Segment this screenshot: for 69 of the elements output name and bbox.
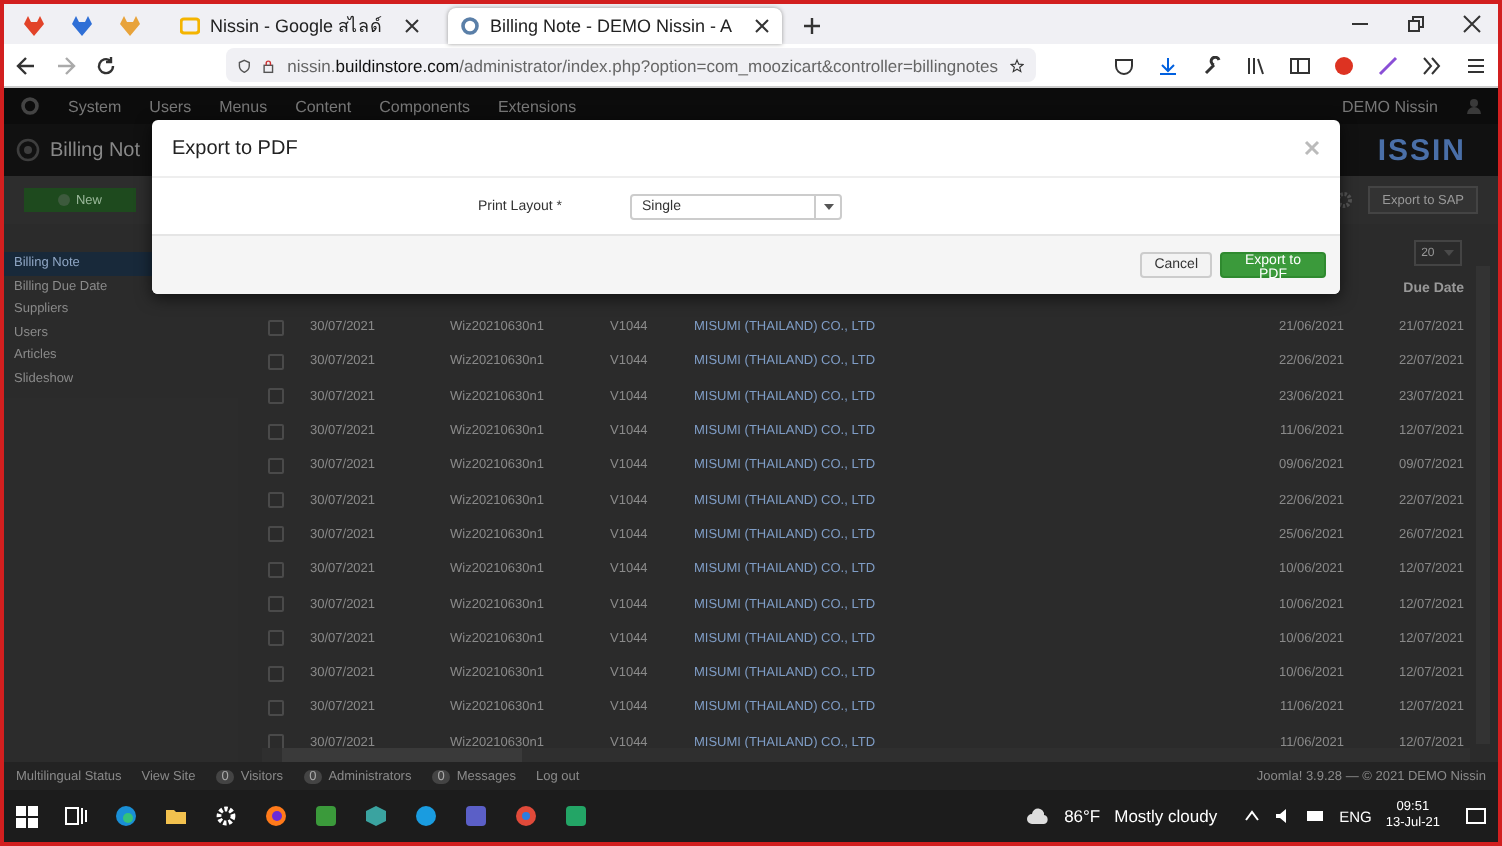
overflow-icon[interactable] — [1422, 55, 1442, 75]
task-view-icon[interactable] — [64, 804, 88, 828]
reload-icon[interactable] — [96, 55, 116, 75]
notification-icon[interactable] — [1466, 806, 1486, 826]
weather-condition: Mostly cloudy — [1114, 806, 1218, 826]
edge-icon[interactable] — [114, 804, 138, 828]
slides-icon — [180, 16, 200, 36]
download-icon[interactable] — [1158, 55, 1178, 75]
brand-logo: ISSIN — [1377, 133, 1468, 167]
row-checkbox[interactable] — [268, 526, 284, 543]
menu-item[interactable]: System — [68, 97, 122, 115]
menu-item[interactable]: Menus — [219, 97, 268, 115]
row-checkbox[interactable] — [268, 319, 284, 336]
row-checkbox[interactable] — [268, 630, 284, 647]
cube-icon[interactable] — [364, 804, 388, 828]
row-checkbox[interactable] — [268, 561, 284, 578]
tab-title: Billing Note - DEMO Nissin - A — [490, 16, 735, 36]
close-icon[interactable] — [404, 18, 421, 34]
menu-icon[interactable] — [1466, 55, 1486, 75]
plus-circle-icon — [57, 194, 70, 206]
wrench-icon[interactable] — [1202, 55, 1222, 75]
row-checkbox[interactable] — [268, 353, 284, 370]
menu-item[interactable]: Components — [379, 97, 470, 115]
row-checkbox[interactable] — [268, 423, 284, 440]
page-title: Billing Not — [50, 139, 141, 161]
cloud-icon — [1026, 808, 1051, 824]
row-checkbox[interactable] — [268, 665, 284, 682]
back-icon[interactable] — [16, 55, 36, 75]
address-bar[interactable]: nissin.buildinstore.com/administrator/index.php?option=com_moozicart&controller=billingnotes — [226, 48, 1036, 82]
close-icon[interactable] — [754, 18, 771, 34]
row-checkbox[interactable] — [268, 596, 284, 613]
chevron-up-icon[interactable] — [1243, 810, 1260, 822]
menu-item[interactable]: Extensions — [497, 97, 577, 115]
app-icon[interactable] — [70, 14, 94, 38]
lock-icon — [262, 55, 276, 75]
url-text: nissin.buildinstore.com/administrator/index.php?option=com_moozicart&controller=billingnotes — [287, 55, 998, 75]
firefox-icon[interactable] — [264, 804, 288, 828]
battery-icon[interactable] — [1305, 810, 1326, 822]
windows-logo-icon[interactable] — [16, 805, 38, 827]
close-icon[interactable] — [1462, 14, 1482, 34]
library-icon[interactable] — [1246, 55, 1266, 75]
row-checkbox[interactable] — [268, 699, 284, 716]
chrome-icon[interactable] — [514, 804, 538, 828]
new-tab-icon[interactable] — [802, 16, 823, 36]
temperature: 86°F — [1064, 806, 1101, 826]
target-icon — [16, 138, 40, 162]
row-checkbox[interactable] — [268, 388, 284, 405]
joomla-logo-icon — [460, 16, 481, 36]
row-checkbox[interactable] — [268, 492, 284, 509]
menu-item[interactable]: Users — [149, 97, 192, 115]
adblock-icon[interactable] — [1334, 55, 1354, 75]
gear-icon[interactable] — [1336, 192, 1353, 208]
star-icon[interactable] — [1009, 55, 1024, 75]
browser-tab[interactable]: Nissin - Google สไลด์ — [168, 8, 433, 44]
sidebar-icon[interactable] — [1290, 55, 1310, 75]
browser-tab[interactable]: Billing Note - DEMO Nissin - A — [448, 8, 783, 44]
pocket-icon[interactable] — [1114, 55, 1134, 75]
folder-icon[interactable] — [164, 804, 188, 828]
restore-icon[interactable] — [1406, 14, 1426, 34]
row-checkbox[interactable] — [268, 457, 284, 474]
horizontal-scrollbar[interactable] — [262, 748, 1470, 762]
shield-icon — [238, 55, 251, 75]
user-name[interactable]: DEMO Nissin — [1341, 97, 1438, 115]
caret-icon — [823, 203, 833, 209]
speaker-icon[interactable] — [1273, 808, 1292, 824]
tab-title: Nissin - Google สไลด์ — [210, 14, 385, 40]
gitlab-logo-icon[interactable] — [22, 14, 46, 38]
dialog-title: Export to PDF — [172, 137, 298, 159]
menu-item[interactable]: Content — [295, 97, 352, 115]
